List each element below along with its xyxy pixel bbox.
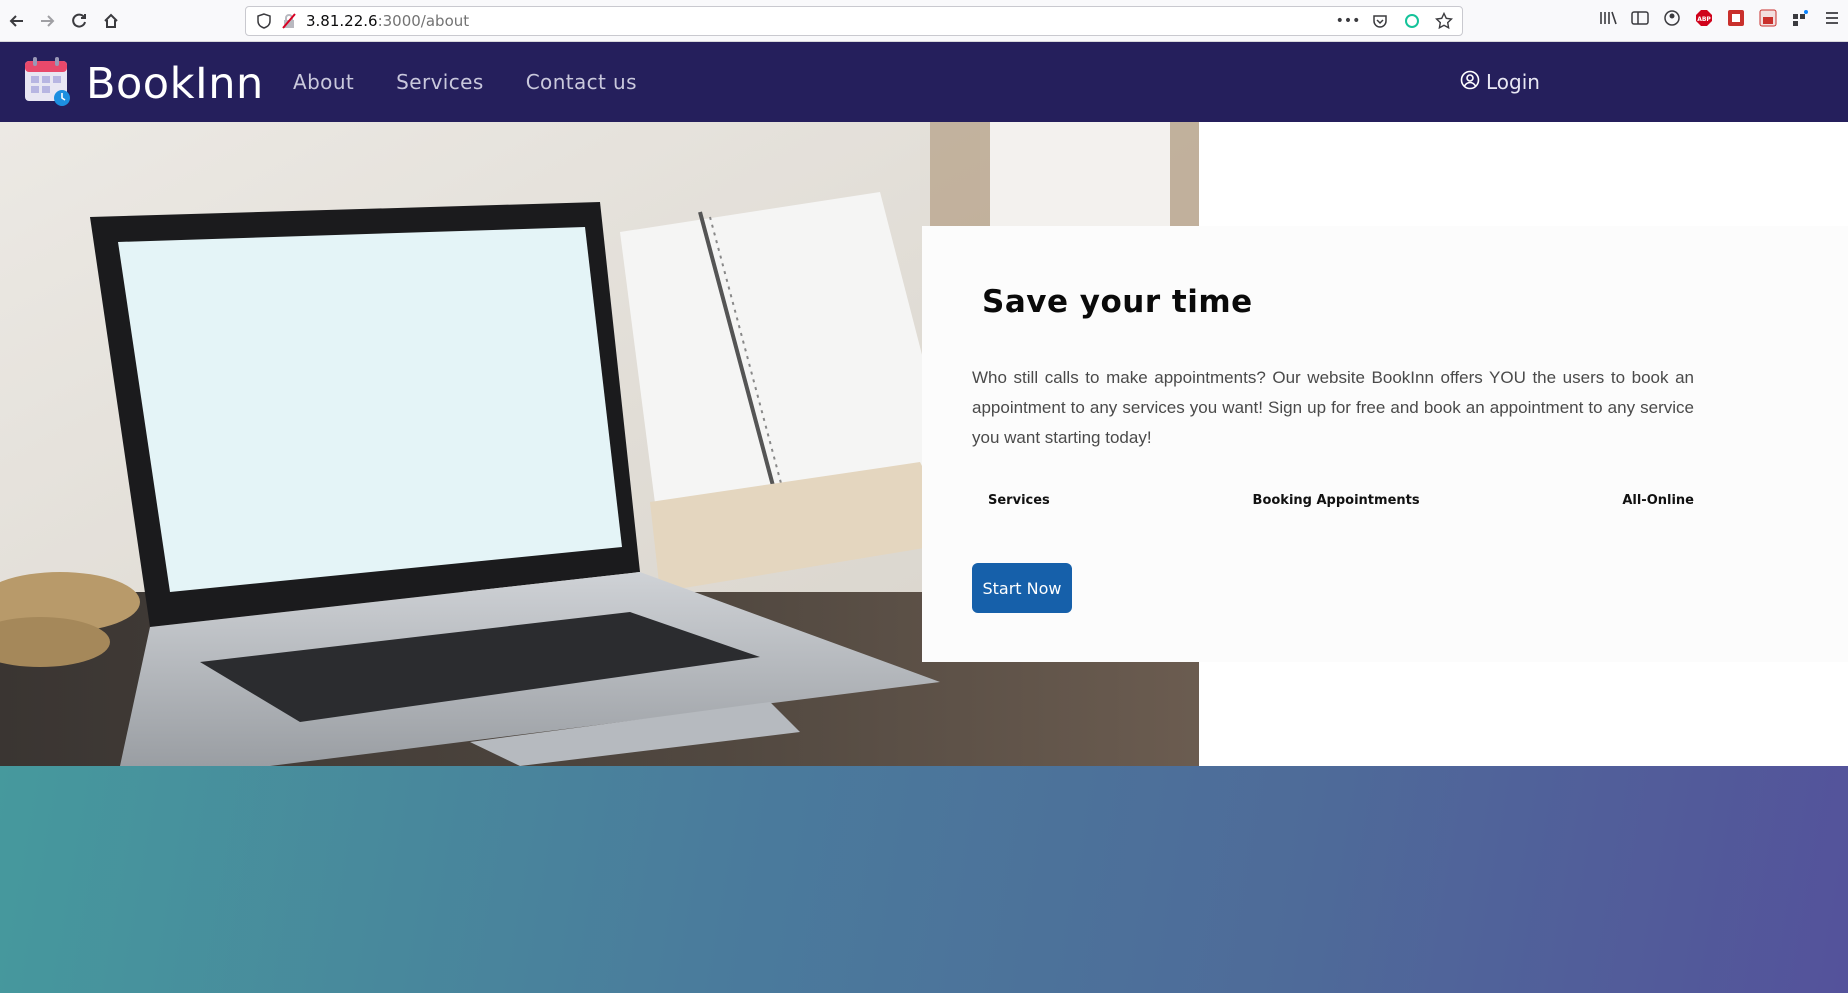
- extensions-icon[interactable]: [1790, 8, 1810, 28]
- login-link[interactable]: Login: [1460, 42, 1540, 122]
- browser-toolbar: 3.81.22.6:3000/about ••• ABP: [0, 0, 1848, 42]
- extension-red-icon[interactable]: [1726, 8, 1746, 28]
- sidebar-icon[interactable]: [1630, 8, 1650, 28]
- start-now-button[interactable]: Start Now: [972, 563, 1072, 613]
- library-icon[interactable]: [1598, 8, 1618, 28]
- main-nav: About Services Contact us: [293, 42, 637, 122]
- calendar-logo-icon: [24, 57, 72, 111]
- nav-link-about[interactable]: About: [293, 70, 354, 94]
- page-actions-icon[interactable]: •••: [1336, 11, 1361, 31]
- feature-services: Services: [988, 493, 1050, 508]
- home-icon[interactable]: [98, 8, 124, 34]
- feature-list: Services Booking Appointments All-Online: [988, 493, 1694, 508]
- nav-link-services[interactable]: Services: [396, 70, 484, 94]
- cors-extension-icon[interactable]: [1758, 8, 1778, 28]
- svg-text:ABP: ABP: [1697, 16, 1711, 23]
- url-host: 3.81.22.6: [306, 12, 378, 30]
- feature-all-online: All-Online: [1622, 493, 1694, 508]
- account-icon[interactable]: [1662, 8, 1682, 28]
- extension-grammar-icon[interactable]: [1402, 11, 1422, 31]
- reload-icon[interactable]: [66, 8, 92, 34]
- bookmark-star-icon[interactable]: [1434, 11, 1454, 31]
- pocket-icon[interactable]: [1370, 11, 1390, 31]
- url-path: :3000/about: [377, 12, 470, 30]
- card-title: Save your time: [982, 284, 1253, 320]
- brand-title: BookInn: [86, 59, 264, 109]
- url-bar[interactable]: 3.81.22.6:3000/about •••: [245, 6, 1463, 36]
- url-text[interactable]: 3.81.22.6:3000/about: [306, 12, 469, 30]
- about-card: Save your time Who still calls to make a…: [922, 226, 1848, 662]
- site-navbar: BookInn About Services Contact us Login: [0, 42, 1848, 122]
- gradient-banner: [0, 766, 1848, 993]
- insecure-lock-icon[interactable]: [280, 12, 298, 30]
- login-label: Login: [1486, 70, 1540, 94]
- nav-link-contact[interactable]: Contact us: [526, 70, 637, 94]
- tracking-shield-icon[interactable]: [256, 13, 272, 29]
- card-description: Who still calls to make appointments? Ou…: [972, 368, 1694, 447]
- brand-link[interactable]: BookInn: [24, 57, 264, 111]
- user-circle-icon: [1460, 70, 1480, 95]
- menu-icon[interactable]: [1822, 8, 1842, 28]
- adblock-icon[interactable]: ABP: [1694, 8, 1714, 28]
- back-icon[interactable]: [4, 8, 30, 34]
- feature-booking-appointments: Booking Appointments: [1252, 493, 1420, 508]
- forward-icon[interactable]: [34, 8, 60, 34]
